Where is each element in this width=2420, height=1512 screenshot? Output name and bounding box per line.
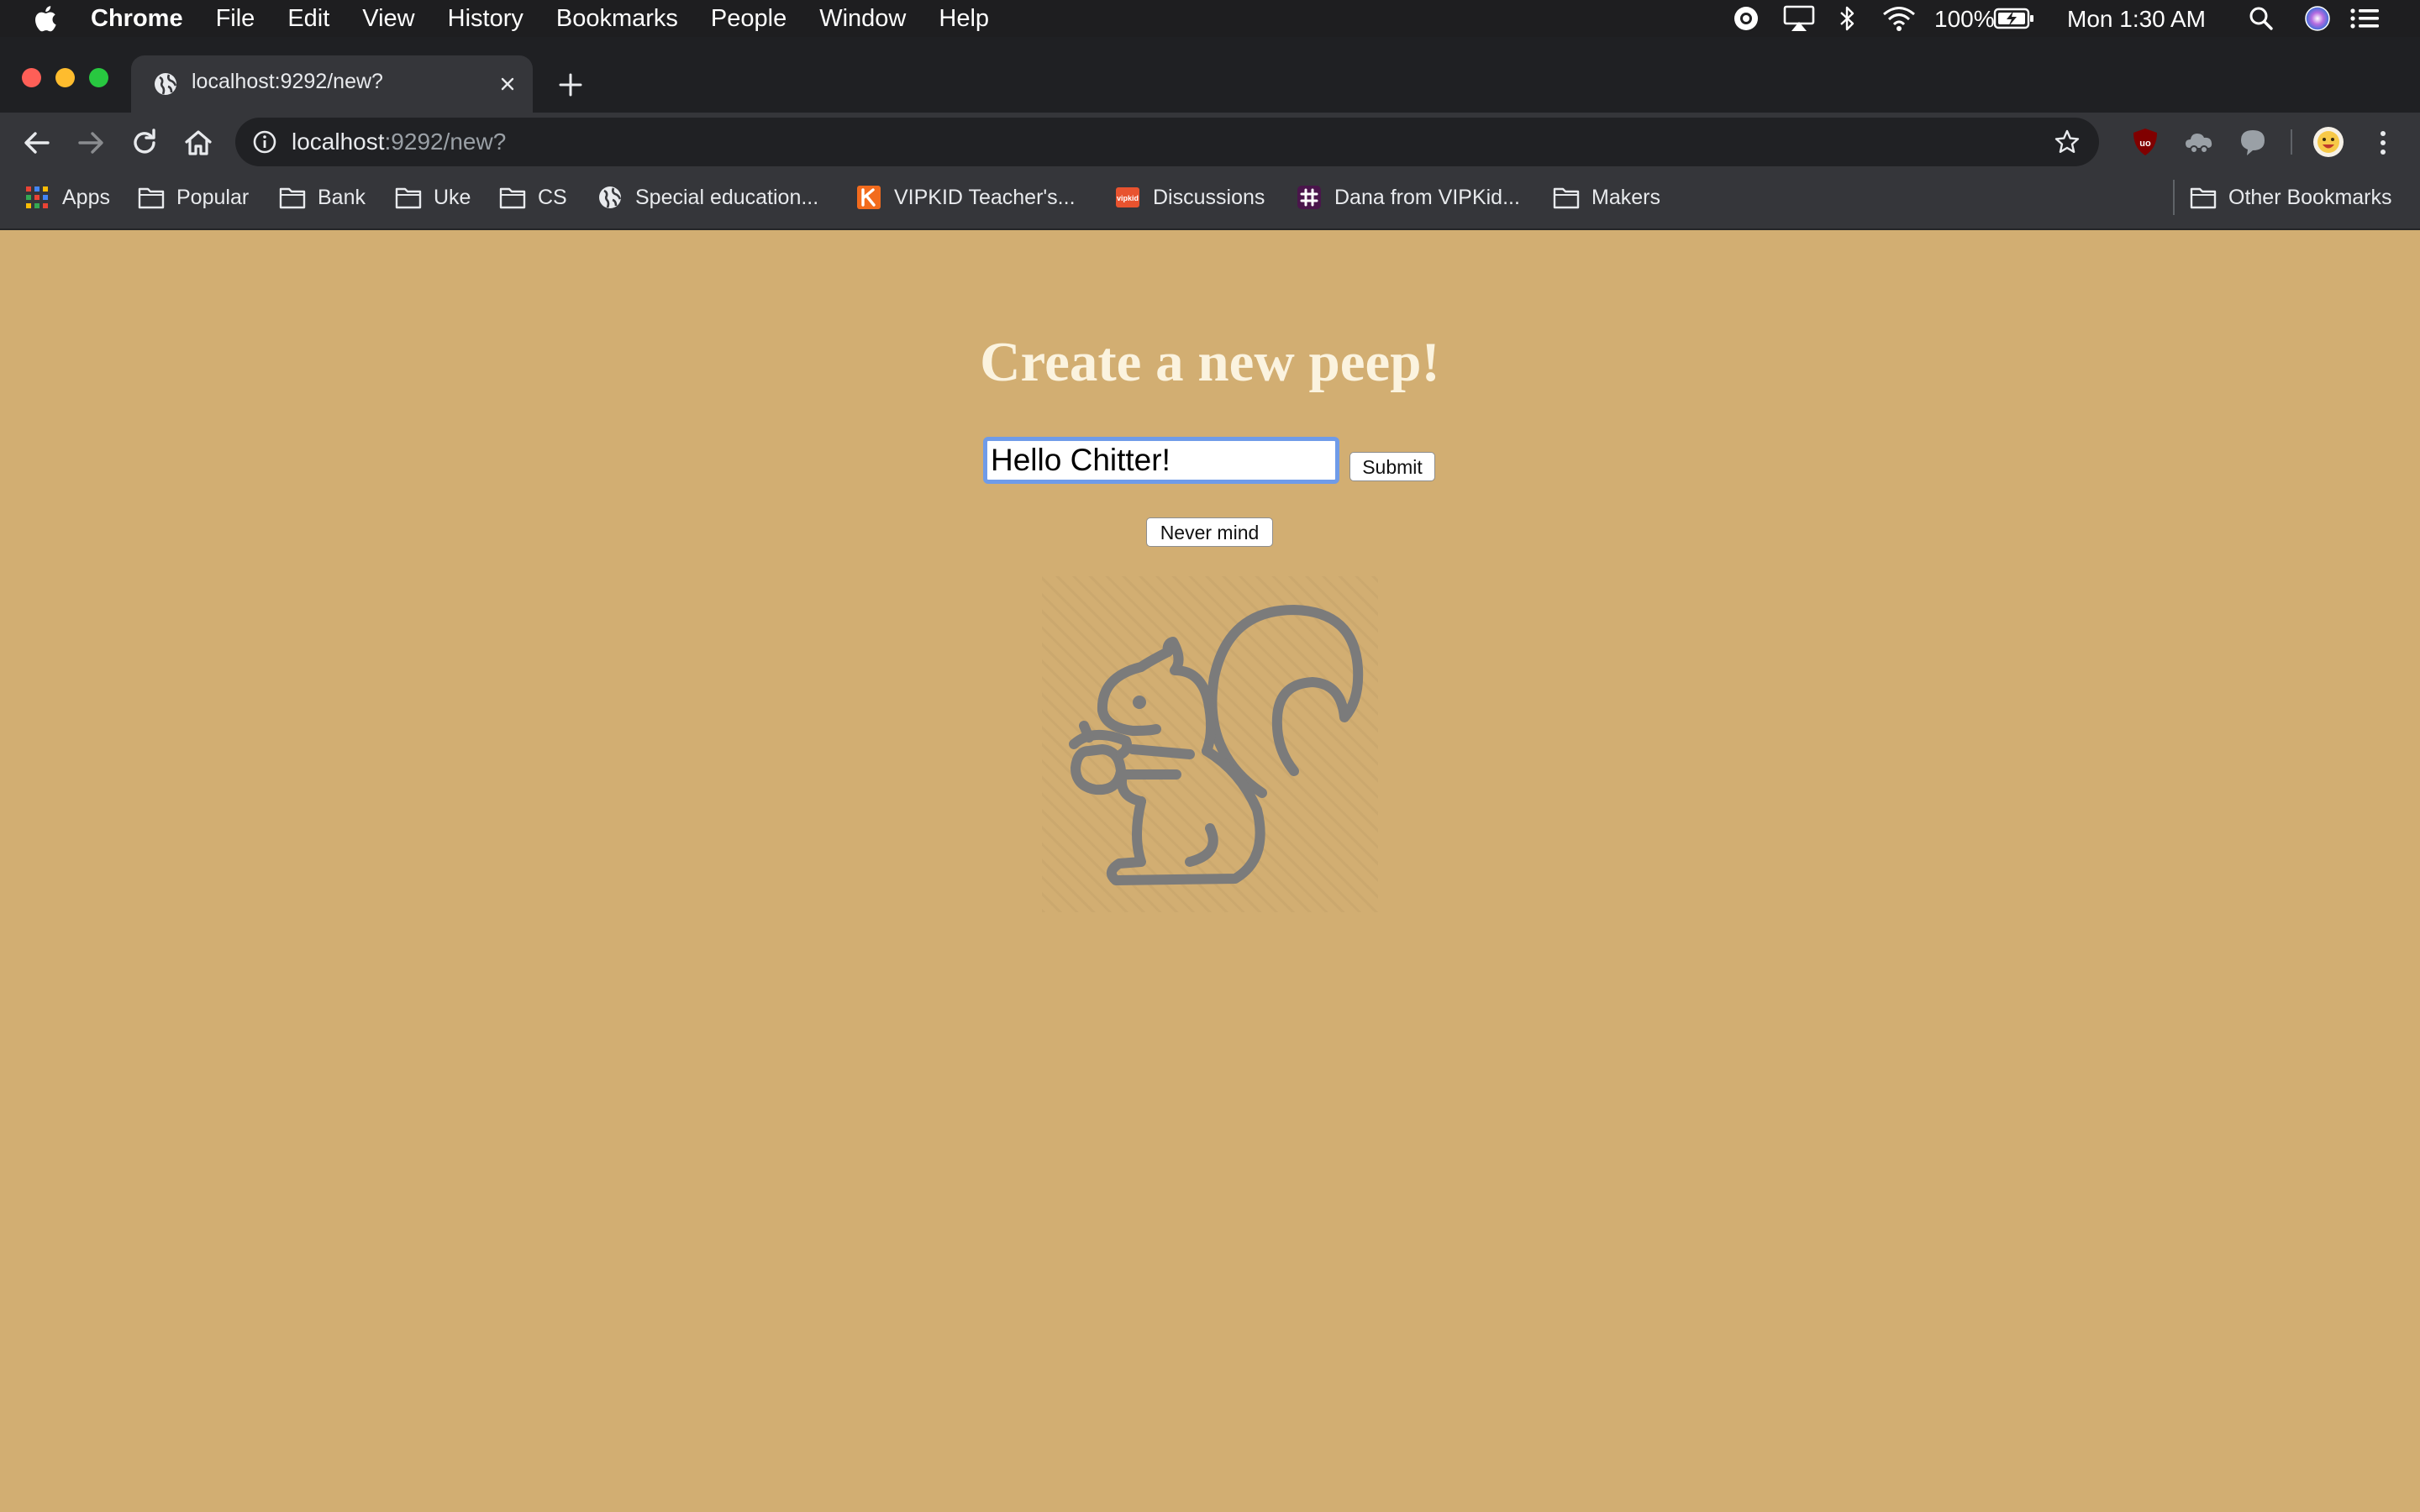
home-icon[interactable] [182,126,215,160]
cloud-extension-icon[interactable] [2183,126,2215,158]
airplay-icon[interactable] [1783,5,1815,32]
bookmark-folder-popular[interactable]: Popular [138,183,249,212]
back-arrow-icon[interactable] [20,126,54,160]
menu-app-name[interactable]: Chrome [91,5,183,33]
globe-icon [155,73,177,95]
bookmark-apps[interactable]: Apps [24,183,110,212]
window-minimize-button[interactable] [55,68,75,87]
tab-close-icon[interactable] [496,72,519,96]
chrome-menu-icon[interactable] [2366,126,2400,160]
bluetooth-icon[interactable] [1839,5,1857,32]
speech-bubble-extension-icon[interactable] [2237,126,2269,158]
menu-bookmarks[interactable]: Bookmarks [556,5,678,33]
bookmark-star-icon[interactable] [2054,129,2081,155]
peep-text-input[interactable] [983,437,1339,484]
bookmark-label: Discussions [1153,185,1265,209]
bookmark-vipkid-teacher[interactable]: VIPKID Teacher's... [855,183,1076,212]
folder-icon [395,187,422,209]
profile-avatar-icon[interactable] [2312,126,2344,158]
url-host: localhost [292,129,385,155]
bookmark-label: Apps [62,185,110,209]
squirrel-illustration [1042,576,1378,912]
submit-button[interactable]: Submit [1349,452,1435,481]
page-heading: Create a new peep! [980,331,1440,393]
site-info-icon[interactable] [252,129,277,155]
window-maximize-button[interactable] [89,68,108,87]
slack-icon [1297,186,1321,209]
apps-grid-icon [26,186,48,208]
wifi-icon[interactable] [1882,5,1916,32]
squirrel-icon [1069,605,1364,885]
bookmark-folder-uke[interactable]: Uke [395,183,471,212]
bookmark-label: Dana from VIPKid... [1334,185,1520,209]
bookmark-label: Makers [1591,185,1660,209]
notification-center-icon[interactable] [2349,5,2380,32]
bookmark-label: Special education... [635,185,819,209]
discussions-icon: vipkid [1116,187,1139,207]
svg-text:uo: uo [2139,139,2151,149]
battery-percentage: 100% [1934,6,1995,32]
menu-edit[interactable]: Edit [287,5,329,33]
ublock-origin-icon[interactable]: uo [2129,126,2161,158]
bookmarks-divider [2173,180,2175,215]
bookmark-discussions[interactable]: vipkid Discussions [1114,183,1265,212]
apple-logo-icon[interactable] [32,4,57,33]
svg-text:vipkid: vipkid [1117,194,1139,202]
forward-arrow-icon[interactable] [74,126,108,160]
macos-menu-bar: Chrome File Edit View History Bookmarks … [0,0,2420,37]
bookmark-folder-cs[interactable]: CS [499,183,567,212]
window-close-button[interactable] [22,68,41,87]
bookmark-folder-bank[interactable]: Bank [279,183,366,212]
menu-bar-clock[interactable]: Mon 1:30 AM [2067,6,2206,33]
new-tab-plus-icon[interactable] [556,71,585,99]
bookmark-dana-from-vipkid[interactable]: Dana from VIPKid... [1296,183,1520,212]
battery-charging-icon[interactable] [1993,5,2035,32]
bookmark-label: Other Bookmarks [2228,185,2392,209]
menu-help[interactable]: Help [939,5,989,33]
menu-file[interactable]: File [216,5,255,33]
tab-title: localhost:9292/new? [192,70,383,93]
url-path: :9292/new? [384,129,507,155]
screen-record-icon[interactable] [1733,5,1760,32]
toolbar-divider [2291,129,2292,155]
folder-icon [279,187,306,209]
address-bar-url[interactable]: localhost:9292/new? [292,129,506,155]
bookmark-label: VIPKID Teacher's... [894,185,1076,209]
other-bookmarks-folder[interactable]: Other Bookmarks [2190,183,2392,212]
bookmark-label: Popular [176,185,250,209]
tab-active[interactable]: localhost:9292/new? [131,55,533,113]
siri-icon[interactable] [2304,5,2331,32]
menu-history[interactable]: History [448,5,523,33]
address-bar[interactable]: localhost:9292/new? [235,118,2099,166]
reload-icon[interactable] [128,126,161,160]
folder-icon [2190,187,2217,209]
bookmark-special-education[interactable]: Special education... [597,183,818,212]
bookmark-label: Bank [318,185,366,209]
bookmark-folder-makers[interactable]: Makers [1553,183,1660,212]
menu-people[interactable]: People [711,5,786,33]
menu-view[interactable]: View [362,5,414,33]
folder-icon [499,187,526,209]
folder-icon [1553,187,1580,209]
menu-window[interactable]: Window [819,5,906,33]
vipkid-icon [857,186,881,209]
never-mind-button[interactable]: Never mind [1146,517,1273,547]
globe-icon [599,186,622,208]
spotlight-search-icon[interactable] [2249,5,2274,32]
bookmark-label: Uke [434,185,471,209]
bookmark-label: CS [538,185,567,209]
folder-icon [138,187,165,209]
